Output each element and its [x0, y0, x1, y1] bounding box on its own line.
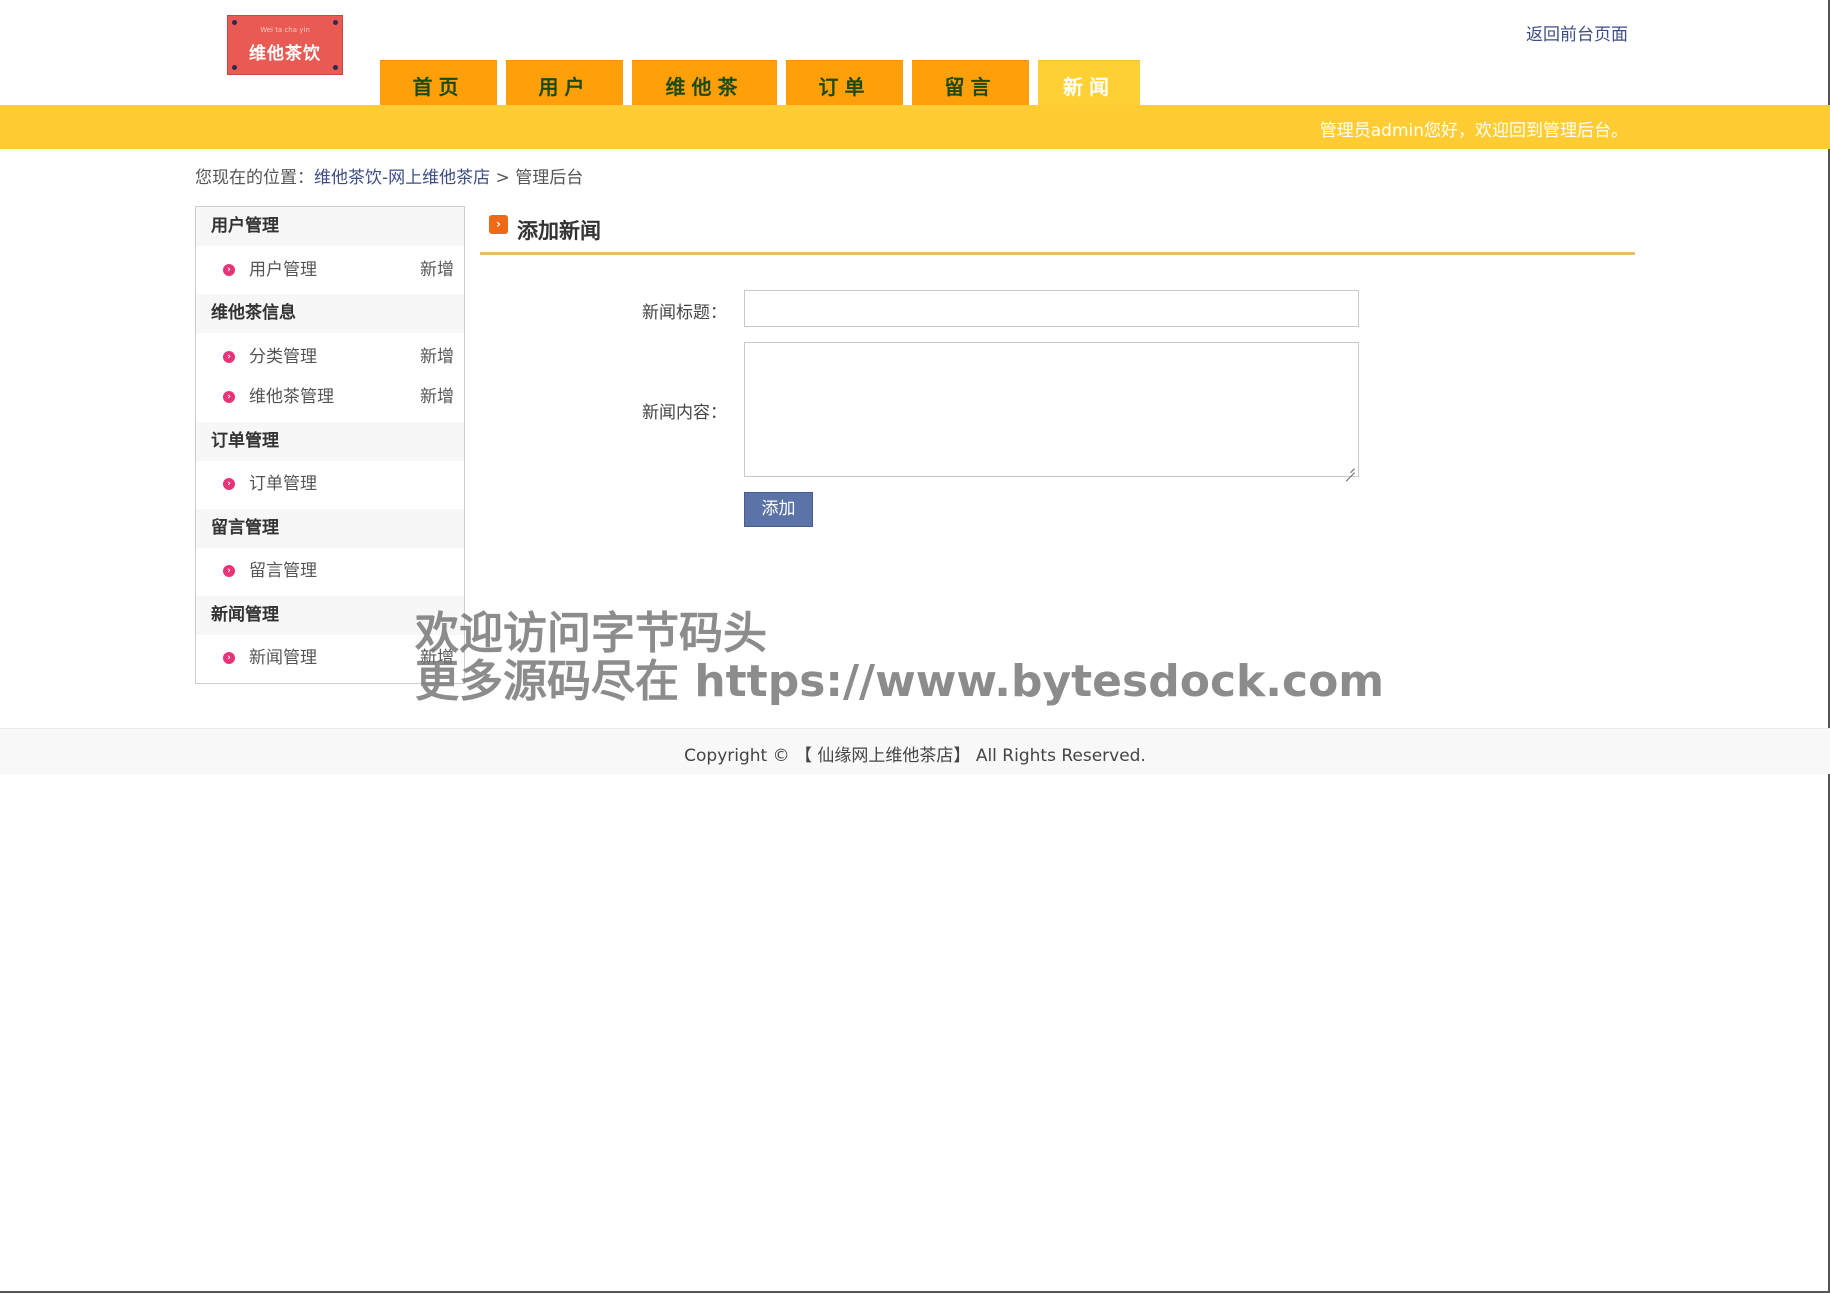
sidebar-item-message-management[interactable]: › 留言管理: [196, 551, 464, 591]
sidebar-item-tea-management[interactable]: › 维他茶管理 新增: [196, 377, 464, 417]
site-logo[interactable]: Wei ta cha yin 维他茶饮: [227, 15, 343, 75]
page-title: 添加新闻: [517, 219, 601, 243]
chevron-right-icon: ›: [223, 391, 235, 403]
sidebar-group-messages: 留言管理: [196, 509, 464, 548]
chevron-right-icon: ›: [223, 351, 235, 363]
sidebar-add-category-link[interactable]: 新增: [420, 337, 454, 377]
logo-text: 维他茶饮: [249, 44, 321, 64]
add-news-button[interactable]: 添加: [744, 492, 813, 527]
back-to-frontend-link[interactable]: 返回前台页面: [1526, 20, 1628, 45]
sidebar-item-user-management[interactable]: › 用户管理 新增: [196, 250, 464, 290]
welcome-text: 管理员admin您好，欢迎回到管理后台。: [1319, 121, 1628, 141]
nav-tab-users[interactable]: 用户: [506, 60, 623, 105]
welcome-bar: 管理员admin您好，欢迎回到管理后台。: [0, 105, 1830, 149]
news-content-label: 新闻内容：: [642, 403, 727, 423]
logo-corner-dot: [333, 20, 338, 25]
breadcrumb-separator: >: [490, 168, 516, 188]
nav-tab-home[interactable]: 首页: [380, 60, 497, 105]
nav-tab-tea[interactable]: 维他茶: [632, 60, 777, 105]
logo-corner-dot: [232, 20, 237, 25]
resize-grip-icon[interactable]: [1346, 464, 1355, 473]
chevron-right-icon: ›: [223, 565, 235, 577]
news-title-input[interactable]: [744, 290, 1359, 327]
sidebar-item-label[interactable]: 订单管理: [249, 464, 317, 504]
chevron-right-icon: ›: [223, 478, 235, 490]
breadcrumb-prefix: 您现在的位置：: [195, 168, 314, 188]
sidebar-add-tea-link[interactable]: 新增: [420, 377, 454, 417]
sidebar-item-label[interactable]: 分类管理: [249, 337, 317, 377]
sidebar-group-users: 用户管理: [196, 207, 464, 246]
logo-subtext: Wei ta cha yin: [260, 26, 310, 34]
sidebar-item-label[interactable]: 新闻管理: [249, 638, 317, 678]
breadcrumb-site-link[interactable]: 维他茶饮-网上维他茶店: [314, 168, 490, 188]
sidebar-add-user-link[interactable]: 新增: [420, 250, 454, 290]
sidebar-group-orders: 订单管理: [196, 422, 464, 461]
logo-corner-dot: [232, 65, 237, 70]
breadcrumb: 您现在的位置：维他茶饮-网上维他茶店 > 管理后台: [195, 163, 583, 188]
nav-tab-news[interactable]: 新闻: [1038, 60, 1140, 105]
sidebar-item-order-management[interactable]: › 订单管理: [196, 464, 464, 504]
sidebar-item-category-management[interactable]: › 分类管理 新增: [196, 337, 464, 377]
news-title-label: 新闻标题：: [642, 303, 727, 323]
content-header: › 添加新闻: [480, 212, 1635, 255]
sidebar-group-tea-info: 维他茶信息: [196, 294, 464, 333]
footer-copyright: Copyright © 【 仙缘网上维他茶店】 All Rights Reser…: [684, 746, 1146, 766]
logo-corner-dot: [333, 65, 338, 70]
nav-tab-orders[interactable]: 订单: [786, 60, 903, 105]
chevron-right-icon: ›: [223, 264, 235, 276]
arrow-right-icon: ›: [489, 215, 508, 234]
sidebar-item-label[interactable]: 维他茶管理: [249, 377, 334, 417]
nav-tab-messages[interactable]: 留言: [912, 60, 1029, 105]
breadcrumb-current: 管理后台: [515, 168, 584, 188]
footer: Copyright © 【 仙缘网上维他茶店】 All Rights Reser…: [0, 728, 1830, 774]
news-content-textarea[interactable]: [744, 342, 1359, 477]
sidebar-item-label[interactable]: 用户管理: [249, 250, 317, 290]
chevron-right-icon: ›: [223, 652, 235, 664]
sidebar-item-label[interactable]: 留言管理: [249, 551, 317, 591]
watermark-line-2: 更多源码尽在 https://www.bytesdock.com: [415, 656, 1385, 707]
